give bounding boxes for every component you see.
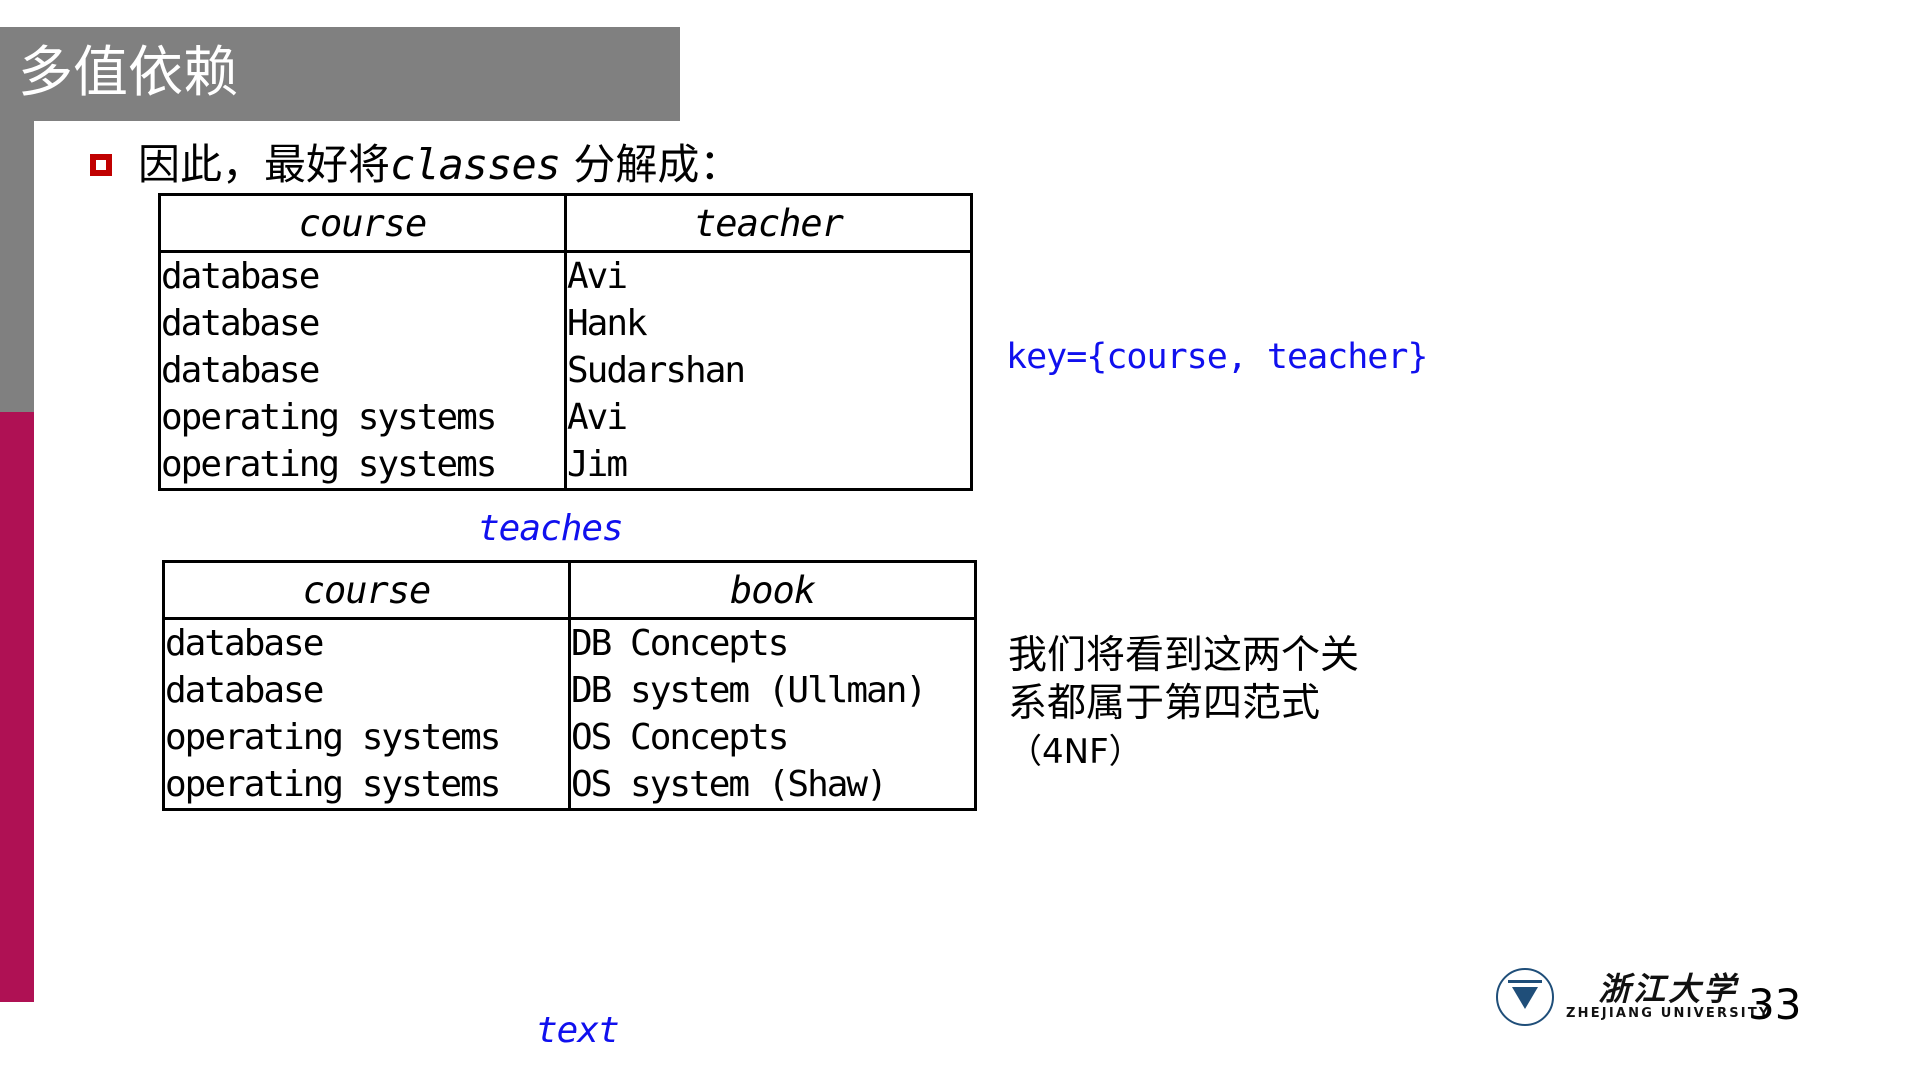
left-accent-bar-crimson [0, 412, 34, 1002]
university-name-en: ZHEJIANG UNIVERSITY [1566, 1006, 1771, 1021]
table-header-row: course teacher [158, 193, 973, 253]
page-title: 多值依赖 [18, 40, 239, 104]
teacher-column-values: Avi Hank Sudarshan Avi Jim [564, 250, 973, 491]
square-bullet-icon [90, 154, 112, 176]
course-column-values: database database operating systems oper… [162, 617, 571, 811]
university-seal-icon [1496, 968, 1554, 1026]
fourth-nf-line-3: （4NF） [1008, 732, 1143, 772]
table-header-row: course book [162, 560, 977, 620]
fourth-nf-line-1: 我们将看到这两个关 [1008, 633, 1360, 678]
university-name-cn: 浙江大学 [1598, 970, 1739, 1008]
table-teaches: course teacher database database databas… [158, 193, 973, 491]
column-header-teacher: teacher [564, 193, 973, 253]
table-body-row: database database operating systems oper… [162, 617, 977, 811]
page-number: 33 [1748, 980, 1802, 1029]
column-header-book: book [568, 560, 977, 620]
bullet-trail: 分解成： [560, 140, 742, 189]
table-caption-teaches: teaches [478, 508, 624, 549]
column-header-course: course [162, 560, 571, 620]
bullet-lead: 因此，最好将 [138, 140, 391, 189]
column-header-course: course [158, 193, 567, 253]
course-column-values: database database database operating sys… [158, 250, 567, 491]
book-column-values: DB Concepts DB system (Ullman) OS Concep… [568, 617, 977, 811]
university-logo: 浙江大学 ZHEJIANG UNIVERSITY [1496, 968, 1771, 1026]
university-logo-text: 浙江大学 ZHEJIANG UNIVERSITY [1566, 972, 1771, 1022]
bullet-line: 因此，最好将classes 分解成： [90, 140, 741, 190]
fourth-normal-form-note: 我们将看到这两个关 系都属于第四范式 （4NF） [1008, 632, 1438, 776]
bullet-text: 因此，最好将classes 分解成： [138, 140, 741, 190]
table-text: course book database database operating … [162, 560, 977, 811]
bullet-emphasis: classes [390, 140, 561, 189]
fourth-nf-line-2: 系都属于第四范式 [1008, 681, 1321, 726]
key-annotation: key={course, teacher} [1006, 337, 1429, 377]
table-caption-text: text [536, 1010, 620, 1051]
table-body-row: database database database operating sys… [158, 250, 973, 491]
